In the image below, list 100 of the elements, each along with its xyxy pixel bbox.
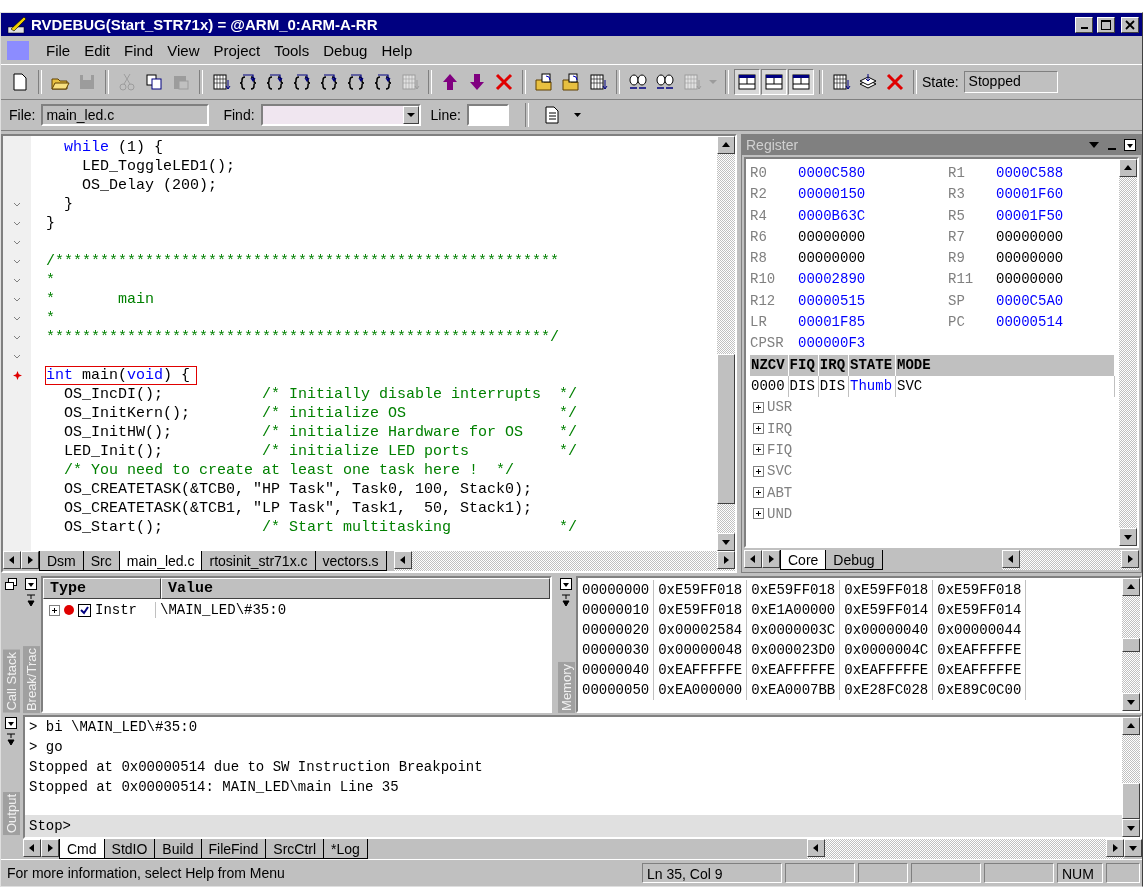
- register-value[interactable]: 00000000: [798, 248, 948, 270]
- tree-item[interactable]: FIQ: [767, 441, 793, 458]
- scroll-down-button[interactable]: [1122, 819, 1140, 837]
- layout-button[interactable]: [761, 69, 787, 95]
- memory-value[interactable]: 0xEAFFFFFE: [747, 660, 841, 680]
- memory-value[interactable]: 0xE59FF018: [933, 580, 1027, 600]
- scrollbar[interactable]: [1122, 578, 1140, 711]
- checkbox[interactable]: [78, 603, 91, 617]
- register-value[interactable]: 0000C5A0: [996, 290, 1106, 313]
- menu-item[interactable]: Find: [119, 39, 159, 61]
- scrollbar[interactable]: [1001, 550, 1139, 570]
- register-value[interactable]: 00000515: [798, 290, 948, 313]
- layout-button[interactable]: [788, 69, 814, 95]
- register-value[interactable]: 00000150: [798, 184, 948, 206]
- maximize-button[interactable]: [1097, 16, 1115, 33]
- memory-value[interactable]: 0xEAFFFFFE: [840, 660, 934, 680]
- scrollbar-thumb[interactable]: [1122, 783, 1140, 819]
- tab-left-button[interactable]: [3, 551, 21, 569]
- scrollbar[interactable]: [1119, 159, 1137, 546]
- column-header[interactable]: Type: [43, 578, 161, 599]
- scrollbar-thumb[interactable]: [1122, 637, 1140, 652]
- register-value[interactable]: 00001F50: [996, 205, 1106, 227]
- tree-item[interactable]: SVC: [767, 463, 793, 480]
- breakpoint-icon[interactable]: [12, 371, 22, 380]
- memory-value[interactable]: 0xE89C0C00: [933, 680, 1027, 700]
- restore-icon[interactable]: [5, 717, 17, 729]
- expand-icon[interactable]: [753, 487, 764, 498]
- scroll-down-button[interactable]: [717, 533, 735, 551]
- menu-item[interactable]: Edit: [79, 39, 116, 61]
- scroll-down-button[interactable]: [1119, 528, 1137, 546]
- scroll-left-button[interactable]: [806, 839, 825, 857]
- memory-value[interactable]: 0x00000040: [840, 620, 934, 640]
- memory-value[interactable]: 0xEAFFFFFE: [654, 660, 748, 680]
- scroll-left-button[interactable]: [1001, 550, 1020, 568]
- tree-item[interactable]: IRQ: [767, 420, 793, 437]
- memory-value[interactable]: 0x00000048: [654, 640, 748, 660]
- register-value[interactable]: 00000000: [996, 269, 1106, 291]
- scroll-down-button[interactable]: [1124, 839, 1142, 857]
- expand-icon[interactable]: [753, 401, 764, 413]
- memory-value[interactable]: 0xE59FF014: [840, 600, 934, 620]
- tab[interactable]: Debug: [825, 550, 883, 570]
- flag-value[interactable]: SVC: [896, 375, 1115, 397]
- scrollbar[interactable]: [806, 839, 1124, 859]
- memory-value[interactable]: 0xE59FF018: [840, 580, 934, 600]
- register-value[interactable]: 00000000: [996, 248, 1106, 270]
- tab-left-button[interactable]: [23, 839, 41, 857]
- menu-item[interactable]: File: [41, 39, 76, 61]
- memory-value[interactable]: 0xE59FF018: [747, 580, 841, 600]
- memory-value[interactable]: 0xE1A00000: [747, 600, 841, 620]
- restore-button[interactable]: [1123, 138, 1137, 152]
- memory-value[interactable]: 0x00000044: [933, 620, 1027, 640]
- menu-item[interactable]: Help: [376, 39, 418, 61]
- memory-value[interactable]: 0xE59FF018: [654, 600, 748, 620]
- scroll-up-button[interactable]: [1122, 578, 1140, 596]
- tab-right-button[interactable]: [762, 550, 780, 568]
- tab[interactable]: Dsm: [39, 551, 84, 571]
- memory-value[interactable]: 0xEA0007BB: [747, 680, 841, 700]
- flag-value[interactable]: DIS: [818, 375, 850, 397]
- flag-value[interactable]: 0000: [750, 375, 789, 397]
- register-value[interactable]: 00000514: [996, 312, 1106, 334]
- menu-item[interactable]: View: [162, 39, 205, 61]
- memory-value[interactable]: 0xE59FF018: [654, 580, 748, 600]
- menu-item[interactable]: Tools: [269, 39, 315, 61]
- scrollbar[interactable]: [393, 551, 735, 571]
- tab-left-button[interactable]: [744, 550, 762, 568]
- scroll-right-button[interactable]: [1106, 839, 1124, 857]
- register-value[interactable]: 0000C580: [798, 163, 948, 185]
- dock-icon[interactable]: [5, 578, 17, 590]
- expand-icon[interactable]: [753, 465, 764, 477]
- layout-button[interactable]: [734, 69, 760, 95]
- memory-value[interactable]: 0xEAFFFFFE: [933, 660, 1027, 680]
- expand-icon[interactable]: [753, 508, 764, 520]
- restore-icon[interactable]: [560, 578, 572, 590]
- command-prompt[interactable]: Stop>: [25, 815, 1122, 837]
- memory-value[interactable]: 0xE59FF014: [933, 600, 1027, 620]
- scroll-up-button[interactable]: [1119, 159, 1137, 177]
- memory-value[interactable]: 0xE28FC028: [840, 680, 934, 700]
- memory-value[interactable]: 0x00002584: [654, 620, 748, 640]
- memory-value[interactable]: 0x0000003C: [747, 620, 841, 640]
- close-button[interactable]: [1121, 16, 1139, 33]
- tab[interactable]: main_led.c: [118, 551, 203, 571]
- register-value[interactable]: 00001F85: [798, 312, 948, 334]
- tab[interactable]: vectors.s: [314, 551, 387, 571]
- tab[interactable]: *Log: [323, 839, 368, 859]
- scrollbar-thumb[interactable]: [717, 353, 735, 504]
- flag-value[interactable]: DIS: [788, 375, 819, 397]
- scrollbar[interactable]: [717, 136, 735, 551]
- line-field[interactable]: [466, 104, 509, 126]
- scroll-down-button[interactable]: [1122, 693, 1140, 711]
- register-value[interactable]: 000000F3: [798, 333, 948, 355]
- minimize-button[interactable]: [1075, 16, 1093, 33]
- tree-item[interactable]: USR: [767, 399, 793, 416]
- register-value[interactable]: 00002890: [798, 269, 948, 291]
- memory-value[interactable]: 0xEAFFFFFE: [933, 640, 1027, 660]
- memory-value[interactable]: 0xEA000000: [654, 680, 748, 700]
- register-value[interactable]: 00000000: [798, 226, 948, 249]
- menu-item[interactable]: Debug: [318, 39, 373, 61]
- tree-item[interactable]: ABT: [767, 484, 793, 501]
- scrollbar[interactable]: [1122, 717, 1140, 837]
- expand-icon[interactable]: [753, 423, 764, 435]
